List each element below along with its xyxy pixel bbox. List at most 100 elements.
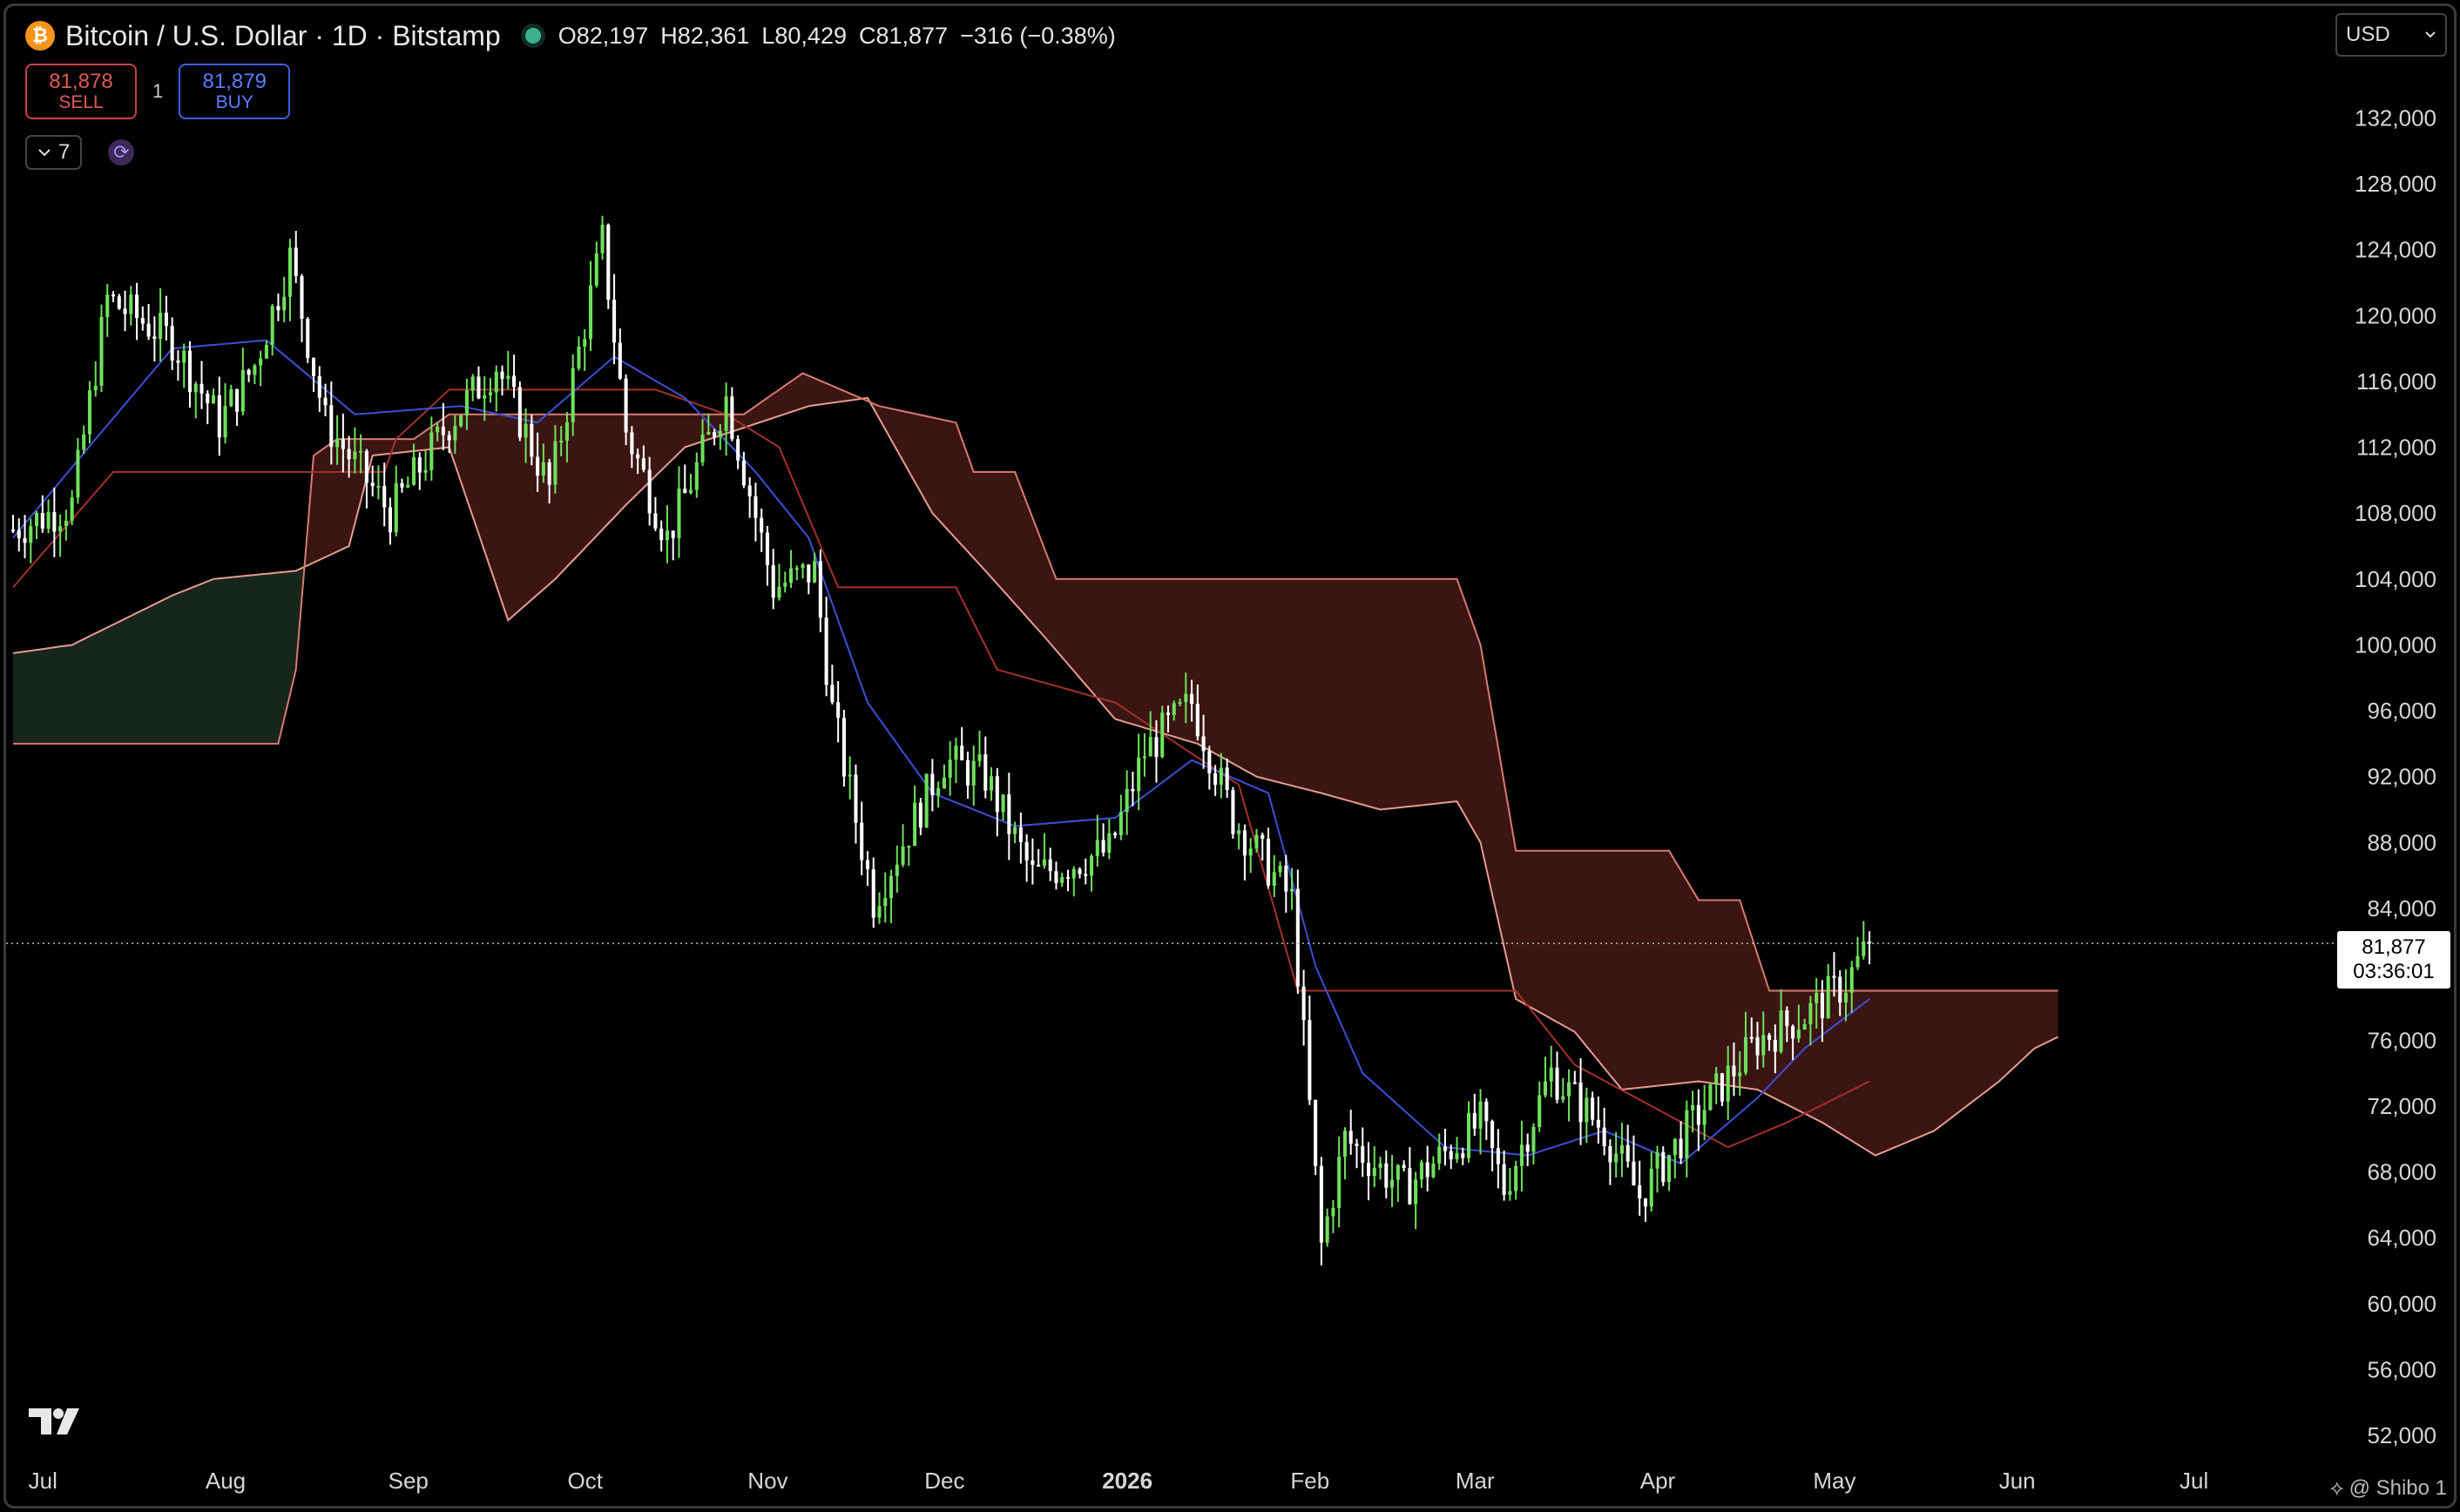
candle-down [871,869,875,918]
change-value: −316 (−0.38%) [960,22,1116,49]
y-axis-tick-label: 132,000 [2355,105,2436,131]
close-value: C81,877 [858,22,949,49]
candle-up [594,253,598,286]
candle-down [1596,1119,1600,1128]
candle-up [813,561,817,583]
candle-down [370,483,375,487]
candle-up [223,406,227,438]
quantity-value[interactable]: 1 [152,80,163,103]
candle-down [1732,1065,1736,1077]
candle-down [1113,833,1118,835]
last-price-value: 81,877 [2362,935,2426,960]
candle-down [1355,1144,1359,1146]
candle-down [17,530,21,538]
candle-up [1390,1179,1395,1188]
candle-up [977,754,982,761]
candle-down [382,485,387,508]
candle-up [694,462,699,490]
candle-down [1207,751,1212,773]
candle-down [1632,1161,1636,1185]
buy-price: 81,879 [202,70,267,94]
candle-down [1602,1127,1606,1146]
candle-up [1278,865,1282,873]
candle-up [1248,848,1253,856]
candle-down [1443,1146,1447,1151]
x-axis-tick-label: Dec [924,1468,964,1494]
candle-up [1738,1072,1742,1077]
candle-down [1065,876,1071,879]
sell-button[interactable]: 81,878 SELL [25,64,137,119]
candle-up [1042,859,1046,866]
x-axis-tick-label: May [1813,1468,1855,1494]
chart-frame[interactable]: 132,000 128,000 124,000 120,000 116,000 112,0… [3,3,2457,1509]
candle-up [1178,702,1182,705]
candle-up [907,846,911,848]
candle-down [1084,874,1088,876]
candle-up [193,383,198,393]
candle-up [1272,872,1276,886]
candle-up [924,773,929,828]
candle-down [517,387,522,438]
candle-up [1184,693,1188,703]
x-axis-tick-label: Aug [206,1468,246,1494]
candle-down [530,423,534,457]
candle-up [1843,992,1848,1003]
candle-up [889,875,894,899]
candle-up [453,426,457,441]
x-axis-tick-label: Feb [1290,1468,1329,1494]
candle-down [754,496,758,518]
candle-down [624,378,628,433]
y-axis-tick-label: 128,000 [2355,171,2436,197]
candle-up [1802,1023,1807,1030]
open-value: O82,197 [558,22,649,49]
candle-down [547,462,551,485]
candle-down [1190,693,1194,705]
candle-up [359,450,363,453]
symbol-title[interactable]: Bitcoin / U.S. Dollar · 1D · Bitstamp [65,20,501,52]
refresh-icon[interactable]: ⟳ [108,139,135,165]
candle-up [777,586,781,598]
candle-up [583,339,587,347]
candle-down [659,528,664,541]
candle-down [1643,1198,1648,1207]
candle-up [942,777,946,788]
candle-up [559,440,564,442]
candle-down [1638,1185,1642,1198]
candle-down [765,532,769,565]
buy-button[interactable]: 81,879 BUY [179,64,291,119]
candle-down [1301,986,1306,1021]
candle-up [1549,1067,1553,1082]
candle-up [253,365,257,375]
candle-down [1260,834,1265,840]
candle-up [948,759,952,778]
candle-down [1502,1164,1506,1195]
currency-dropdown[interactable]: USD [2335,13,2447,57]
tradingview-logo-icon[interactable] [29,1407,84,1438]
candle-down [647,469,652,514]
indicators-collapse-button[interactable]: 7 [25,135,83,170]
y-axis-tick-label: 60,000 [2367,1291,2436,1317]
candle-up [1673,1138,1677,1156]
candle-down [187,350,192,393]
candle-down [1555,1067,1559,1100]
candle-down [1773,1039,1777,1052]
candle-up [600,225,605,253]
candle-up [1531,1127,1536,1152]
candle-up [93,385,98,391]
candle-up [1649,1168,1653,1207]
candle-down [807,564,811,583]
candle-up [718,430,722,437]
buy-label: BUY [215,91,253,112]
candle-up [688,489,693,493]
candle-down [1490,1121,1495,1149]
chevron-down-icon [2425,31,2436,38]
candle-up [394,483,398,533]
candle-up [1431,1163,1436,1178]
candle-up [494,371,498,393]
candle-up [1619,1144,1624,1154]
candle-down [536,456,540,476]
candle-down [1295,888,1300,987]
candle-down [1496,1148,1500,1164]
candle-down [612,300,617,343]
price-chart[interactable]: 132,000 128,000 124,000 120,000 116,000 112,0… [6,6,2454,1506]
